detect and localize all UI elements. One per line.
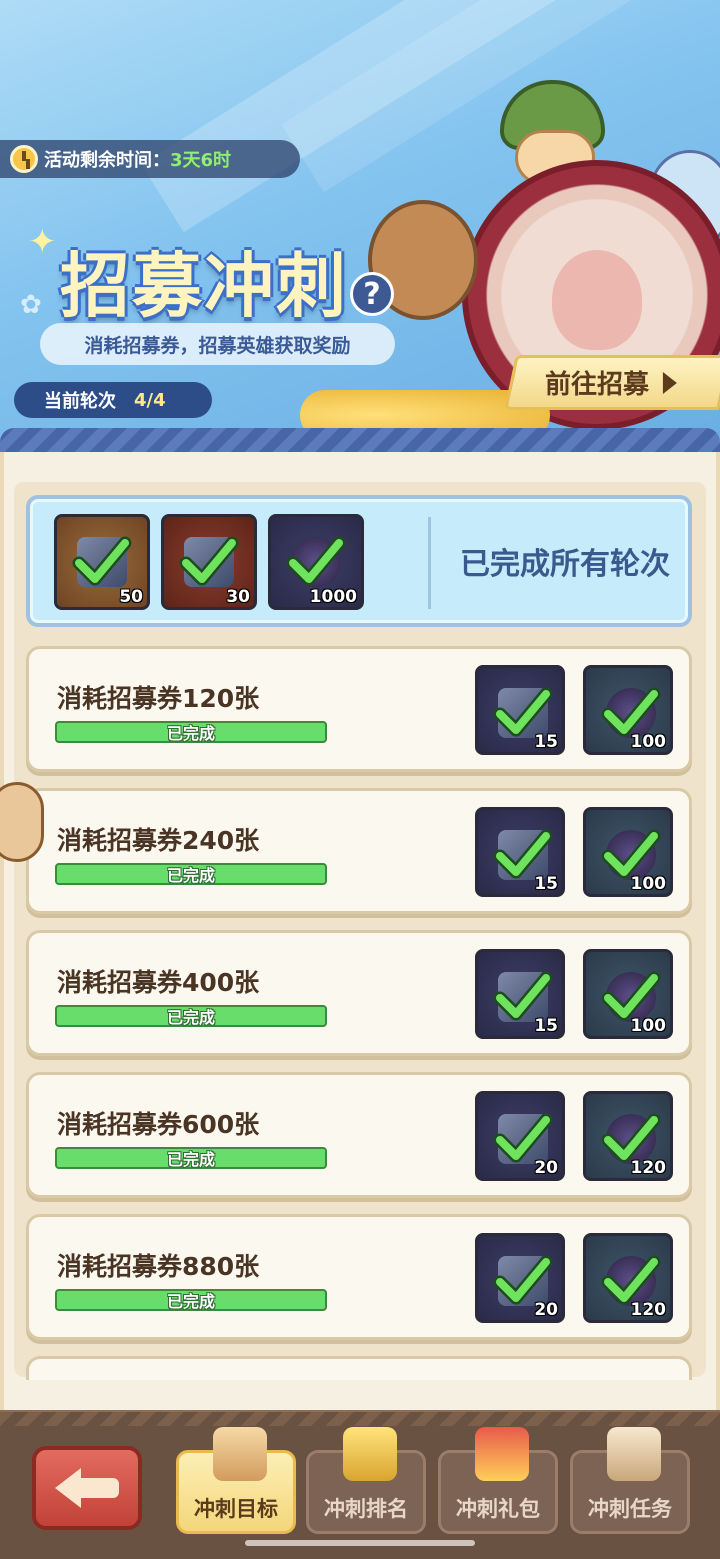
task-label: 消耗招募券120张 (57, 684, 260, 713)
reward-item[interactable]: 1000 (268, 514, 364, 610)
tab-label: 冲刺排名 (324, 1497, 408, 1521)
reward-item[interactable]: 15 (475, 807, 565, 897)
progress-text: 已完成 (166, 1008, 215, 1027)
progress-bar: 已完成 (55, 721, 327, 743)
round-value: 4/4 (134, 389, 166, 411)
reward-quantity: 15 (534, 732, 558, 752)
reward-item[interactable]: 100 (583, 665, 673, 755)
current-round: 当前轮次 4/4 (14, 382, 212, 418)
reward-item[interactable]: 100 (583, 807, 673, 897)
reward-item[interactable]: 50 (54, 514, 150, 610)
nav-border (0, 1412, 720, 1426)
reward-item[interactable]: 100 (583, 949, 673, 1039)
sparkle-icon: ✦ (28, 222, 57, 262)
page-subtitle: 消耗招募券，招募英雄获取奖励 (40, 323, 395, 365)
progress-bar: 已完成 (55, 863, 327, 885)
goto-recruit-label: 前往招募 (545, 370, 650, 400)
arrow-left-icon (55, 1468, 119, 1508)
reward-quantity: 1000 (309, 587, 357, 607)
side-avatar[interactable] (0, 782, 44, 862)
task-card: 消耗招募券600张已完成 20 120 (26, 1072, 692, 1198)
reward-item[interactable]: 30 (161, 514, 257, 610)
list-item (26, 1356, 692, 1380)
reward-quantity: 100 (630, 732, 667, 752)
progress-text: 已完成 (166, 1150, 215, 1169)
progress-text: 已完成 (166, 866, 215, 885)
check-icon (285, 531, 347, 593)
tab-gift[interactable]: 冲刺礼包 (438, 1427, 558, 1534)
reward-quantity: 15 (534, 874, 558, 894)
event-timer: 活动剩余时间： 3天6时 (0, 140, 300, 178)
reward-quantity: 50 (119, 587, 143, 607)
reward-item[interactable]: 15 (475, 949, 565, 1039)
tab-label: 冲刺礼包 (456, 1497, 540, 1521)
reward-quantity: 15 (534, 1016, 558, 1036)
task-label: 消耗招募券240张 (57, 826, 260, 855)
task-label: 消耗招募券600张 (57, 1110, 260, 1139)
task-card: 消耗招募券880张已完成 20 120 (26, 1214, 692, 1340)
progress-bar: 已完成 (55, 1289, 327, 1311)
page-title: 招募冲刺 (60, 245, 348, 327)
reward-quantity: 120 (630, 1300, 667, 1320)
tab-ranking[interactable]: 冲刺排名 (306, 1427, 426, 1534)
reward-item[interactable]: 20 (475, 1233, 565, 1323)
goto-recruit-button[interactable]: 前往招募 (504, 355, 720, 410)
round-label: 当前轮次 (44, 391, 116, 412)
home-indicator (245, 1540, 475, 1546)
flame-emblem-icon (552, 250, 642, 350)
task-label: 消耗招募券400张 (57, 968, 260, 997)
progress-text: 已完成 (166, 724, 215, 743)
check-icon (178, 531, 240, 593)
help-icon[interactable]: ? (350, 272, 394, 316)
timer-value: 3天6时 (170, 150, 232, 171)
gift-chest-icon (475, 1427, 529, 1481)
trophy-icon (343, 1427, 397, 1481)
tab-label: 冲刺目标 (194, 1497, 278, 1521)
progress-bar: 已完成 (55, 1147, 327, 1169)
reward-quantity: 20 (534, 1300, 558, 1320)
back-button[interactable] (32, 1446, 142, 1530)
progress-text: 已完成 (166, 1292, 215, 1311)
reward-item[interactable]: 15 (475, 665, 565, 755)
tab-goal[interactable]: 冲刺目标 (176, 1427, 296, 1534)
reward-quantity: 100 (630, 874, 667, 894)
task-card: 消耗招募券240张已完成 15 100 (26, 788, 692, 914)
play-arrow-icon (663, 371, 678, 394)
scroll-icon (213, 1427, 267, 1481)
quest-paper-icon (607, 1427, 661, 1481)
reward-item[interactable]: 20 (475, 1091, 565, 1181)
sparkle-icon: ✿ (20, 290, 42, 320)
reward-item[interactable]: 120 (583, 1091, 673, 1181)
divider (428, 517, 431, 609)
banner-decor (281, 0, 720, 193)
reward-quantity: 100 (630, 1016, 667, 1036)
reward-quantity: 20 (534, 1158, 558, 1178)
tab-label: 冲刺任务 (588, 1497, 672, 1521)
task-card: 消耗招募券400张已完成 15 100 (26, 930, 692, 1056)
timer-label: 活动剩余时间： (44, 150, 170, 171)
task-card: 消耗招募券120张已完成 15 100 (26, 646, 692, 772)
reward-quantity: 30 (226, 587, 250, 607)
reward-item[interactable]: 120 (583, 1233, 673, 1323)
clock-icon (10, 145, 38, 173)
reward-quantity: 120 (630, 1158, 667, 1178)
check-icon (71, 531, 133, 593)
task-label: 消耗招募券880张 (57, 1252, 260, 1281)
summary-status: 已完成所有轮次 (460, 547, 670, 582)
tab-tasks[interactable]: 冲刺任务 (570, 1427, 690, 1534)
progress-bar: 已完成 (55, 1005, 327, 1027)
